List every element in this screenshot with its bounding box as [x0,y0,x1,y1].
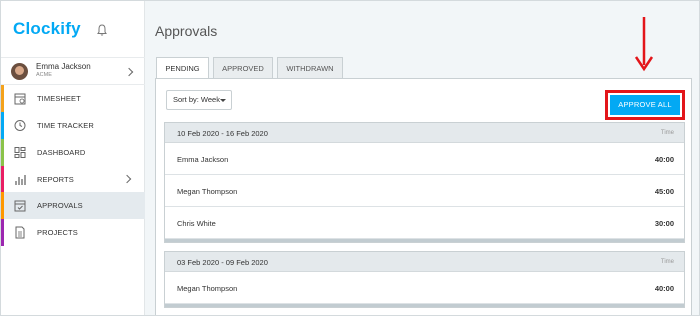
user-name-cell: Megan Thompson [177,284,238,293]
sidebar-item-label: APPROVALS [37,201,83,210]
table-row[interactable]: Megan Thompson 45:00 [165,175,684,207]
sidebar: Clockify Emma Jackson ACME TIMESHEET TIM… [1,1,145,315]
tab-pending[interactable]: PENDING [156,57,209,79]
week-range: 03 Feb 2020 - 09 Feb 2020 [177,258,268,267]
time-column-header: Time [660,130,674,136]
tab-withdrawn[interactable]: WITHDRAWN [277,57,343,78]
timesheet-icon [14,93,26,105]
week-range: 10 Feb 2020 - 16 Feb 2020 [177,129,268,138]
table-row[interactable]: Chris White 30:00 [165,207,684,239]
chevron-right-icon [124,67,134,77]
time-column-header: Time [660,259,674,265]
sidebar-item-time-tracker[interactable]: TIME TRACKER [1,112,145,139]
user-profile[interactable]: Emma Jackson ACME [1,57,145,85]
dashboard-icon [14,147,26,158]
user-name-cell: Chris White [177,219,216,228]
app-logo[interactable]: Clockify [13,19,81,39]
user-name: Emma Jackson [36,62,91,71]
sidebar-item-approvals[interactable]: APPROVALS [1,192,145,219]
table-row[interactable]: Emma Jackson 40:00 [165,143,684,175]
sidebar-item-dashboard[interactable]: DASHBOARD [1,139,145,166]
sort-dropdown[interactable]: Sort by: Week [166,90,232,110]
sidebar-item-label: REPORTS [37,175,74,184]
app-window: Clockify Emma Jackson ACME TIMESHEET TIM… [0,0,700,316]
main-content: Approvals PENDING APPROVED WITHDRAWN Sor… [146,1,699,315]
sidebar-stripe [1,192,4,219]
sidebar-item-label: PROJECTS [37,228,78,237]
time-total-cell: 40:00 [654,155,674,164]
group-footer-bar [165,239,684,242]
bell-icon[interactable] [95,23,109,37]
approve-all-button[interactable]: APPROVE ALL [610,95,680,115]
group-footer-bar [165,304,684,307]
approvals-card: Sort by: Week APPROVE ALL 10 Feb 2020 - … [155,78,692,315]
logo-row: Clockify [1,1,145,57]
caret-down-icon [220,99,226,102]
sidebar-stripe [1,112,4,139]
time-total-cell: 45:00 [654,187,674,196]
week-group-header: 03 Feb 2020 - 09 Feb 2020 Time [165,252,684,272]
week-group: 10 Feb 2020 - 16 Feb 2020 Time Emma Jack… [164,122,685,243]
sidebar-item-label: TIME TRACKER [37,121,94,130]
sidebar-item-timesheet[interactable]: TIMESHEET [1,85,145,112]
sort-label: Sort by: Week [173,95,220,104]
sidebar-item-label: DASHBOARD [37,148,86,157]
time-total-cell: 30:00 [654,219,674,228]
approve-all-highlight: APPROVE ALL [605,90,685,120]
week-group: 03 Feb 2020 - 09 Feb 2020 Time Megan Tho… [164,251,685,308]
sidebar-item-projects[interactable]: PROJECTS [1,219,145,246]
sidebar-item-reports[interactable]: REPORTS [1,166,145,193]
user-org: ACME [36,72,52,78]
page-title: Approvals [155,23,218,39]
sidebar-stripe [1,139,4,166]
sidebar-stripe [1,166,4,193]
approvals-icon [14,200,26,212]
sidebar-stripe [1,219,4,246]
annotation-arrow-icon [634,17,654,72]
time-total-cell: 40:00 [654,284,674,293]
table-row[interactable]: Megan Thompson 40:00 [165,272,684,304]
user-name-cell: Emma Jackson [177,155,229,164]
week-group-header: 10 Feb 2020 - 16 Feb 2020 Time [165,123,684,143]
user-name-cell: Megan Thompson [177,187,238,196]
tab-approved[interactable]: APPROVED [213,57,273,78]
projects-icon [15,226,25,239]
chevron-right-icon [122,174,132,184]
reports-icon [15,175,26,185]
avatar [11,63,28,80]
sidebar-item-label: TIMESHEET [37,94,81,103]
clock-icon [14,120,26,131]
sidebar-stripe [1,85,4,112]
